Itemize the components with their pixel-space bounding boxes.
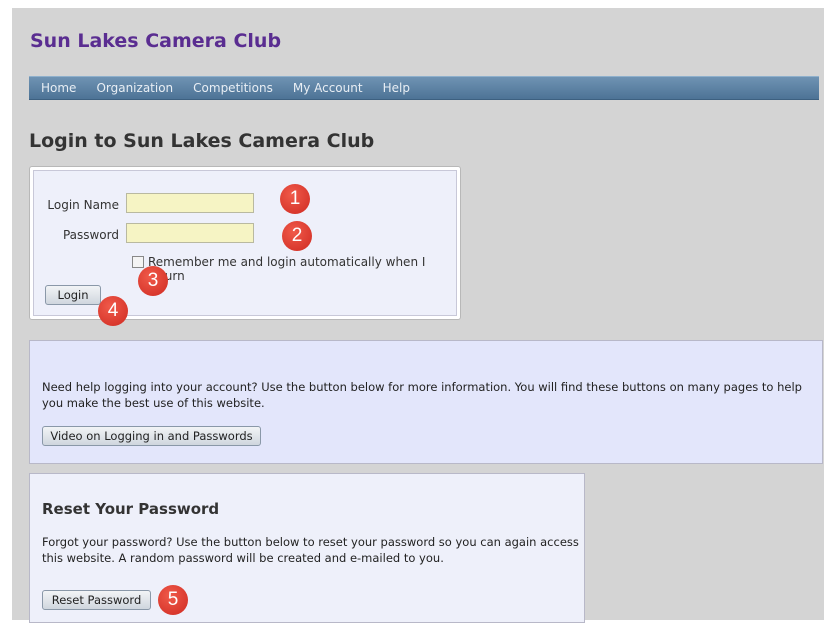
site-title[interactable]: Sun Lakes Camera Club bbox=[30, 30, 281, 52]
help-panel: Need help logging into your account? Use… bbox=[29, 340, 823, 464]
nav-item-organization[interactable]: Organization bbox=[86, 81, 183, 95]
remember-me-label: Remember me and login automatically when… bbox=[148, 255, 426, 283]
login-name-label: Login Name bbox=[47, 198, 119, 212]
login-panel-inner: Login Name Password Remember me and logi… bbox=[33, 170, 457, 326]
reset-password-button[interactable]: Reset Password bbox=[42, 590, 151, 610]
callout-badge-2: 2 bbox=[282, 221, 312, 251]
remember-me-checkbox[interactable] bbox=[132, 256, 144, 268]
login-name-input[interactable] bbox=[126, 193, 254, 213]
nav-item-my-account[interactable]: My Account bbox=[283, 81, 373, 95]
password-label: Password bbox=[62, 228, 119, 242]
nav-item-help[interactable]: Help bbox=[373, 81, 420, 95]
nav-item-home[interactable]: Home bbox=[29, 81, 86, 95]
help-text: Need help logging into your account? Use… bbox=[42, 380, 802, 410]
callout-badge-3: 3 bbox=[138, 266, 168, 296]
reset-password-heading: Reset Your Password bbox=[42, 500, 220, 518]
main-nav: Home Organization Competitions My Accoun… bbox=[29, 76, 819, 100]
reset-password-panel: Reset Your Password Forgot your password… bbox=[29, 473, 585, 623]
login-panel: Login Name Password Remember me and logi… bbox=[29, 166, 461, 326]
video-help-button[interactable]: Video on Logging in and Passwords bbox=[42, 426, 261, 446]
password-input[interactable] bbox=[126, 223, 254, 243]
callout-badge-1: 1 bbox=[280, 184, 310, 214]
callout-badge-5: 5 bbox=[158, 585, 188, 615]
page-background: Sun Lakes Camera Club Home Organization … bbox=[12, 8, 824, 623]
page-title: Login to Sun Lakes Camera Club bbox=[29, 130, 375, 152]
callout-badge-4: 4 bbox=[98, 296, 128, 326]
reset-password-text: Forgot your password? Use the button bel… bbox=[42, 535, 579, 565]
login-button[interactable]: Login bbox=[45, 285, 101, 305]
nav-item-competitions[interactable]: Competitions bbox=[183, 81, 283, 95]
